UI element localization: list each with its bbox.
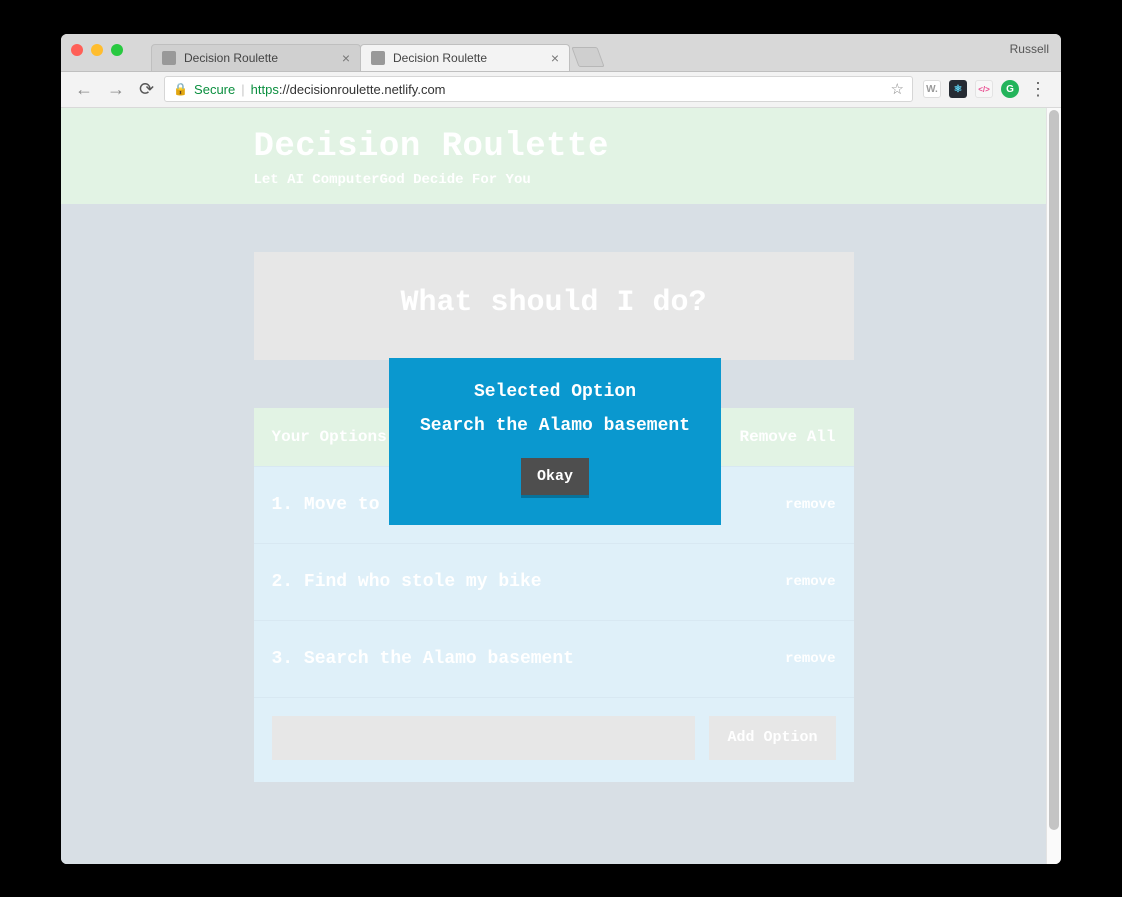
selected-option-modal: Selected Option Search the Alamo basemen…: [389, 358, 721, 525]
new-tab-button[interactable]: [571, 47, 604, 67]
modal-value: Search the Alamo basement: [407, 416, 703, 436]
back-button[interactable]: ←: [71, 79, 97, 100]
chrome-menu-button[interactable]: ⋮: [1025, 79, 1051, 100]
window-titlebar: Decision Roulette × Decision Roulette × …: [61, 34, 1061, 72]
reload-button[interactable]: ⟳: [135, 79, 158, 100]
close-icon[interactable]: ×: [551, 51, 559, 65]
page-viewport: Decision Roulette Let AI ComputerGod Dec…: [61, 108, 1046, 864]
modal-ok-button[interactable]: Okay: [521, 458, 589, 495]
address-bar[interactable]: 🔒 Secure | https://decisionroulette.netl…: [164, 76, 913, 102]
extension-codepen-icon[interactable]: </>: [975, 80, 993, 98]
secure-label: Secure: [194, 82, 235, 97]
close-icon[interactable]: ×: [342, 51, 350, 65]
profile-label[interactable]: Russell: [1010, 42, 1049, 56]
extension-react-devtools-icon[interactable]: ⚛: [949, 80, 967, 98]
url-rest: ://decisionroulette.netlify.com: [279, 82, 446, 97]
tab-1[interactable]: Decision Roulette ×: [360, 44, 570, 71]
scrollbar-thumb[interactable]: [1049, 110, 1059, 830]
tab-title: Decision Roulette: [393, 51, 487, 65]
bookmark-star-icon[interactable]: ☆: [891, 80, 904, 98]
tab-title: Decision Roulette: [184, 51, 278, 65]
window-zoom-button[interactable]: [111, 44, 123, 56]
toolbar: ← → ⟳ 🔒 Secure | https://decisionroulett…: [61, 72, 1061, 108]
favicon-icon: [371, 51, 385, 65]
separator: |: [241, 82, 244, 97]
extension-wappalyzer-icon[interactable]: W.: [923, 80, 941, 98]
url-scheme: https: [251, 82, 279, 97]
tab-strip: Decision Roulette × Decision Roulette ×: [151, 34, 601, 71]
window-minimize-button[interactable]: [91, 44, 103, 56]
extensions: W. ⚛ </> G: [919, 80, 1019, 98]
tab-0[interactable]: Decision Roulette ×: [151, 44, 361, 71]
extension-grammarly-icon[interactable]: G: [1001, 80, 1019, 98]
window-close-button[interactable]: [71, 44, 83, 56]
window-traffic-lights: [71, 44, 123, 56]
vertical-scrollbar[interactable]: [1046, 108, 1061, 864]
favicon-icon: [162, 51, 176, 65]
viewport-wrap: Decision Roulette Let AI ComputerGod Dec…: [61, 108, 1061, 864]
modal-title: Selected Option: [407, 382, 703, 402]
browser-window: Decision Roulette × Decision Roulette × …: [61, 34, 1061, 864]
forward-button[interactable]: →: [103, 79, 129, 100]
lock-icon: 🔒: [173, 82, 188, 96]
